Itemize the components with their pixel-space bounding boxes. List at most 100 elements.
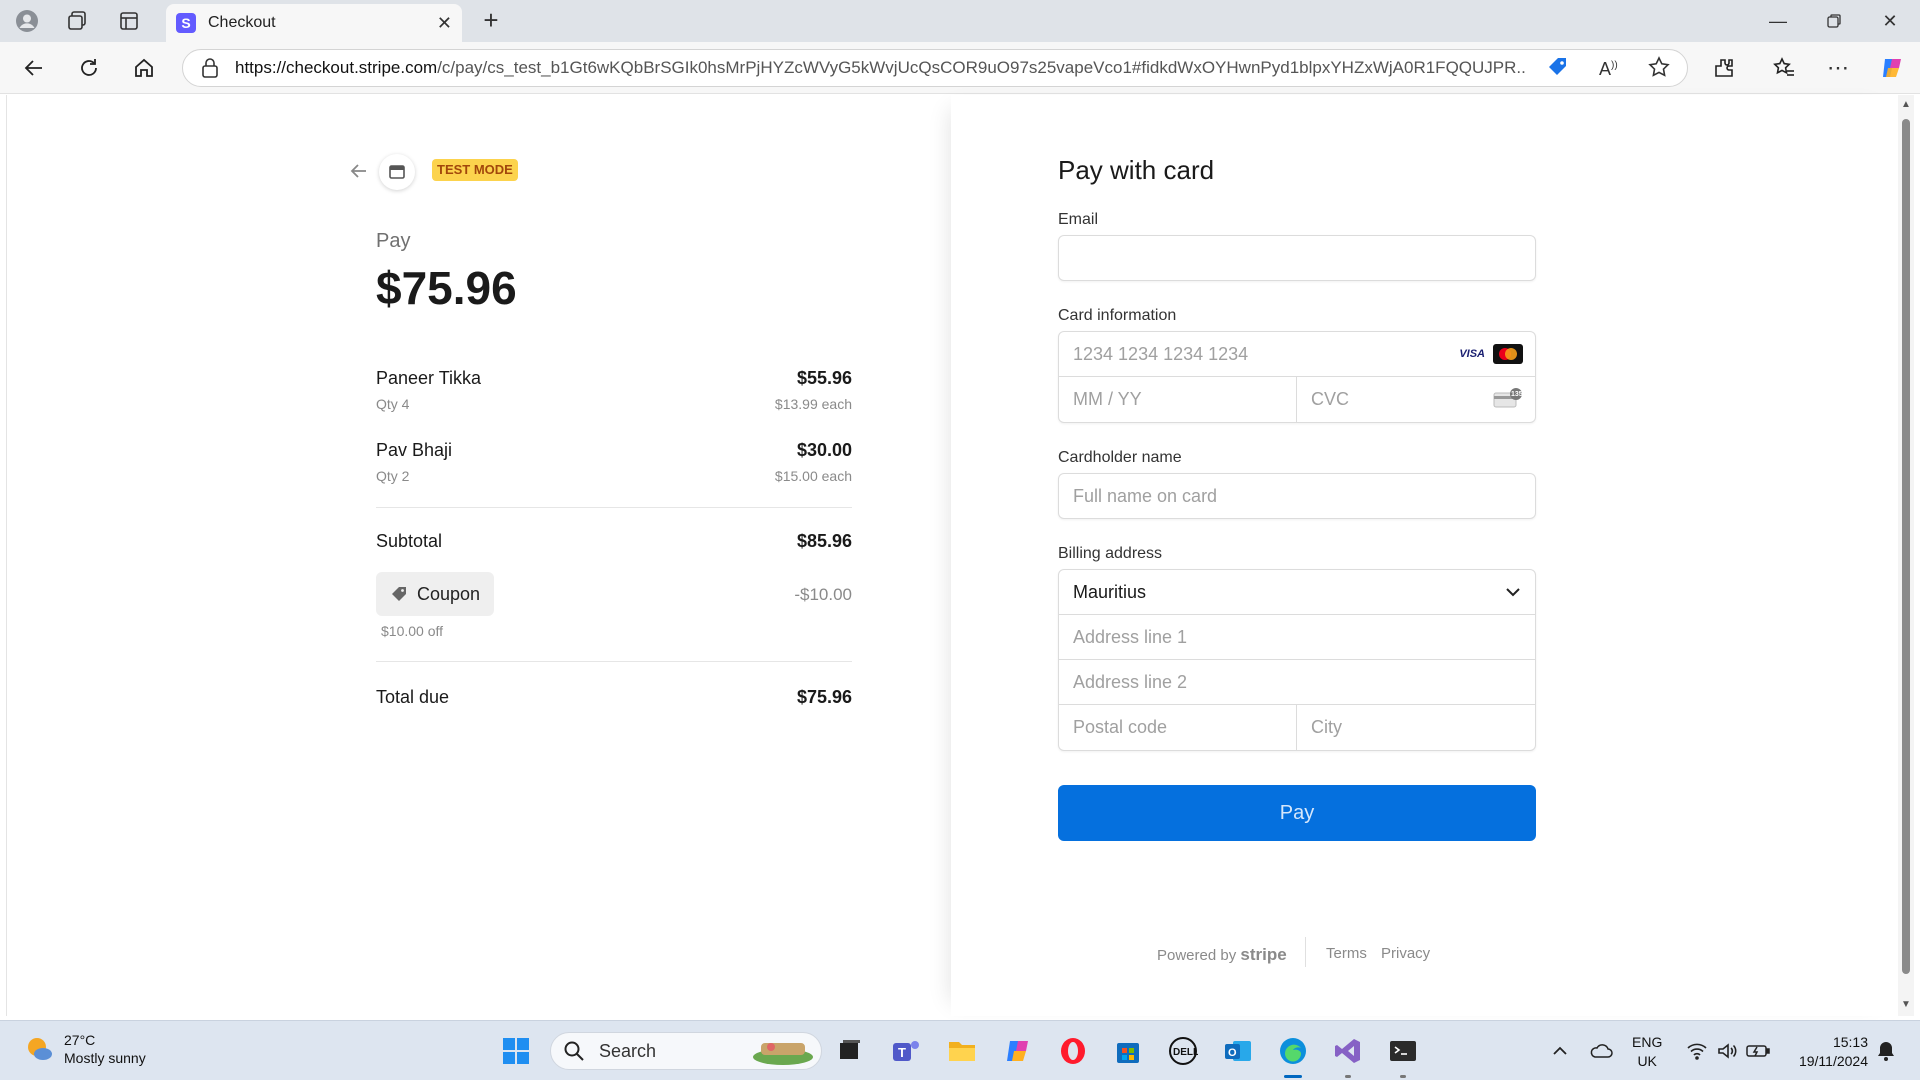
running-app-indicator bbox=[1400, 1075, 1406, 1078]
billing-label: Billing address bbox=[1058, 545, 1163, 562]
terms-link[interactable]: Terms bbox=[1326, 945, 1367, 962]
notification-bell-icon[interactable] bbox=[1876, 1021, 1896, 1080]
terminal-icon[interactable] bbox=[1385, 1033, 1421, 1069]
weather-desc: Mostly sunny bbox=[64, 1050, 146, 1066]
cvc-card-icon: 135 bbox=[1493, 388, 1523, 410]
item-unit-price: $15.00 each bbox=[774, 468, 852, 484]
item-qty: Qty 4 bbox=[376, 396, 410, 412]
card-info-group: 1234 1234 1234 1234 VISA MM / YY CVC 135 bbox=[1058, 331, 1536, 423]
language-indicator[interactable]: ENG UK bbox=[1632, 1033, 1662, 1071]
home-icon[interactable] bbox=[128, 52, 160, 84]
read-aloud-icon[interactable]: A)) bbox=[1599, 59, 1618, 80]
coupon-discount: -$10.00 bbox=[794, 585, 852, 604]
system-clock[interactable]: 15:13 19/11/2024 bbox=[1786, 1033, 1868, 1071]
city-input[interactable]: City bbox=[1297, 705, 1535, 750]
scrollbar-thumb[interactable] bbox=[1902, 119, 1910, 974]
tray-overflow-icon[interactable] bbox=[1552, 1021, 1568, 1080]
scroll-down-icon[interactable]: ▼ bbox=[1900, 999, 1912, 1011]
pay-label: Pay bbox=[376, 230, 411, 252]
battery-icon[interactable] bbox=[1746, 1021, 1770, 1080]
address-line1-input[interactable]: Address line 1 bbox=[1059, 615, 1535, 660]
postal-code-input[interactable]: Postal code bbox=[1059, 705, 1297, 750]
pay-button[interactable]: Pay bbox=[1058, 785, 1536, 841]
opera-icon[interactable] bbox=[1055, 1033, 1091, 1069]
weather-temp: 27°C bbox=[64, 1032, 96, 1048]
task-view-icon[interactable] bbox=[832, 1033, 868, 1069]
favorites-icon[interactable] bbox=[1768, 52, 1800, 84]
tab-actions-icon[interactable] bbox=[116, 8, 142, 34]
privacy-link[interactable]: Privacy bbox=[1381, 945, 1430, 962]
divider bbox=[376, 507, 852, 508]
item-amount: $55.96 bbox=[796, 368, 852, 388]
address-line2-input[interactable]: Address line 2 bbox=[1059, 660, 1535, 705]
copilot-taskbar-icon[interactable] bbox=[1000, 1033, 1036, 1069]
item-amount: $30.00 bbox=[796, 440, 852, 460]
onedrive-icon[interactable] bbox=[1589, 1021, 1613, 1080]
item-name: Paneer Tikka bbox=[376, 368, 482, 388]
dell-icon[interactable]: DELL bbox=[1165, 1033, 1201, 1069]
stripe-favicon-icon: S bbox=[176, 13, 196, 33]
search-highlight-icon bbox=[753, 1043, 813, 1065]
tab-checkout[interactable]: S Checkout ✕ bbox=[166, 4, 462, 42]
weather-widget[interactable]: 27°C Mostly sunny bbox=[24, 1031, 146, 1067]
restore-icon[interactable] bbox=[1806, 6, 1862, 36]
taskbar-search[interactable]: Search bbox=[550, 1032, 822, 1070]
profile-icon[interactable] bbox=[14, 8, 40, 34]
scroll-up-icon[interactable]: ▲ bbox=[1900, 99, 1912, 111]
store-icon bbox=[379, 154, 415, 190]
mastercard-icon bbox=[1493, 344, 1523, 364]
address-bar[interactable]: https://checkout.stripe.com/c/pay/cs_tes… bbox=[182, 49, 1688, 87]
refresh-icon[interactable] bbox=[73, 52, 105, 84]
expiry-input[interactable]: MM / YY bbox=[1059, 377, 1297, 422]
total-due-value: $75.96 bbox=[796, 687, 852, 707]
form-title: Pay with card bbox=[1058, 155, 1215, 185]
coupon-label: Coupon bbox=[417, 583, 481, 604]
cvc-badge: 135 bbox=[1511, 391, 1523, 398]
address-toolbar: https://checkout.stripe.com/c/pay/cs_tes… bbox=[0, 42, 1920, 94]
cardholder-input: Full name on card bbox=[1073, 485, 1218, 506]
copilot-icon[interactable] bbox=[1876, 52, 1908, 84]
browser-tab-bar: S Checkout ✕ + — ✕ bbox=[0, 0, 1920, 42]
chevron-down-icon bbox=[1505, 585, 1521, 603]
more-menu-icon[interactable]: ⋯ bbox=[1822, 52, 1854, 84]
workspaces-icon[interactable] bbox=[64, 8, 90, 34]
email-label: Email bbox=[1058, 211, 1099, 228]
teams-icon[interactable]: T bbox=[888, 1033, 924, 1069]
payment-form-pane: Pay with card Email Card information 123… bbox=[951, 95, 1903, 1016]
store-app-icon[interactable] bbox=[1110, 1033, 1146, 1069]
coupon-button[interactable]: Coupon bbox=[376, 572, 494, 616]
file-explorer-icon[interactable] bbox=[944, 1033, 980, 1069]
visual-studio-icon[interactable] bbox=[1330, 1033, 1366, 1069]
back-icon[interactable] bbox=[18, 52, 50, 84]
extensions-icon[interactable] bbox=[1708, 52, 1740, 84]
close-tab-icon[interactable]: ✕ bbox=[437, 13, 452, 34]
minimize-icon[interactable]: — bbox=[1750, 6, 1806, 36]
weather-sun-icon bbox=[28, 1038, 52, 1060]
svg-text:DELL: DELL bbox=[1173, 1047, 1198, 1058]
volume-icon[interactable] bbox=[1716, 1021, 1738, 1080]
new-tab-icon[interactable]: + bbox=[478, 7, 504, 34]
email-value bbox=[1059, 236, 1535, 280]
svg-text:T: T bbox=[898, 1045, 906, 1060]
tab-title: Checkout bbox=[208, 14, 276, 31]
wifi-icon[interactable] bbox=[1686, 1021, 1708, 1080]
total-amount: $75.96 bbox=[376, 262, 517, 314]
cardholder-field[interactable]: Full name on card bbox=[1058, 473, 1536, 519]
back-arrow-icon[interactable] bbox=[349, 161, 373, 185]
powered-by-stripe[interactable]: Powered by stripe bbox=[1157, 945, 1287, 965]
page-scrollbar[interactable]: ▲ ▼ bbox=[1898, 95, 1914, 1016]
favorite-star-icon[interactable] bbox=[1647, 55, 1670, 83]
visa-icon: VISA bbox=[1459, 348, 1485, 360]
clock-time: 15:13 bbox=[1832, 1034, 1868, 1050]
edge-icon[interactable] bbox=[1275, 1033, 1311, 1069]
footer-divider bbox=[1305, 937, 1306, 967]
outlook-icon[interactable]: O bbox=[1220, 1033, 1256, 1069]
close-window-icon[interactable]: ✕ bbox=[1862, 6, 1918, 36]
shopping-tag-icon[interactable] bbox=[1547, 56, 1569, 83]
country-select[interactable]: Mauritius bbox=[1059, 570, 1535, 615]
subtotal-label: Subtotal bbox=[376, 531, 443, 551]
windows-start-icon[interactable] bbox=[498, 1033, 534, 1069]
site-info-lock-icon[interactable] bbox=[199, 57, 221, 79]
lang-region: UK bbox=[1637, 1053, 1657, 1069]
email-field[interactable] bbox=[1058, 235, 1536, 281]
